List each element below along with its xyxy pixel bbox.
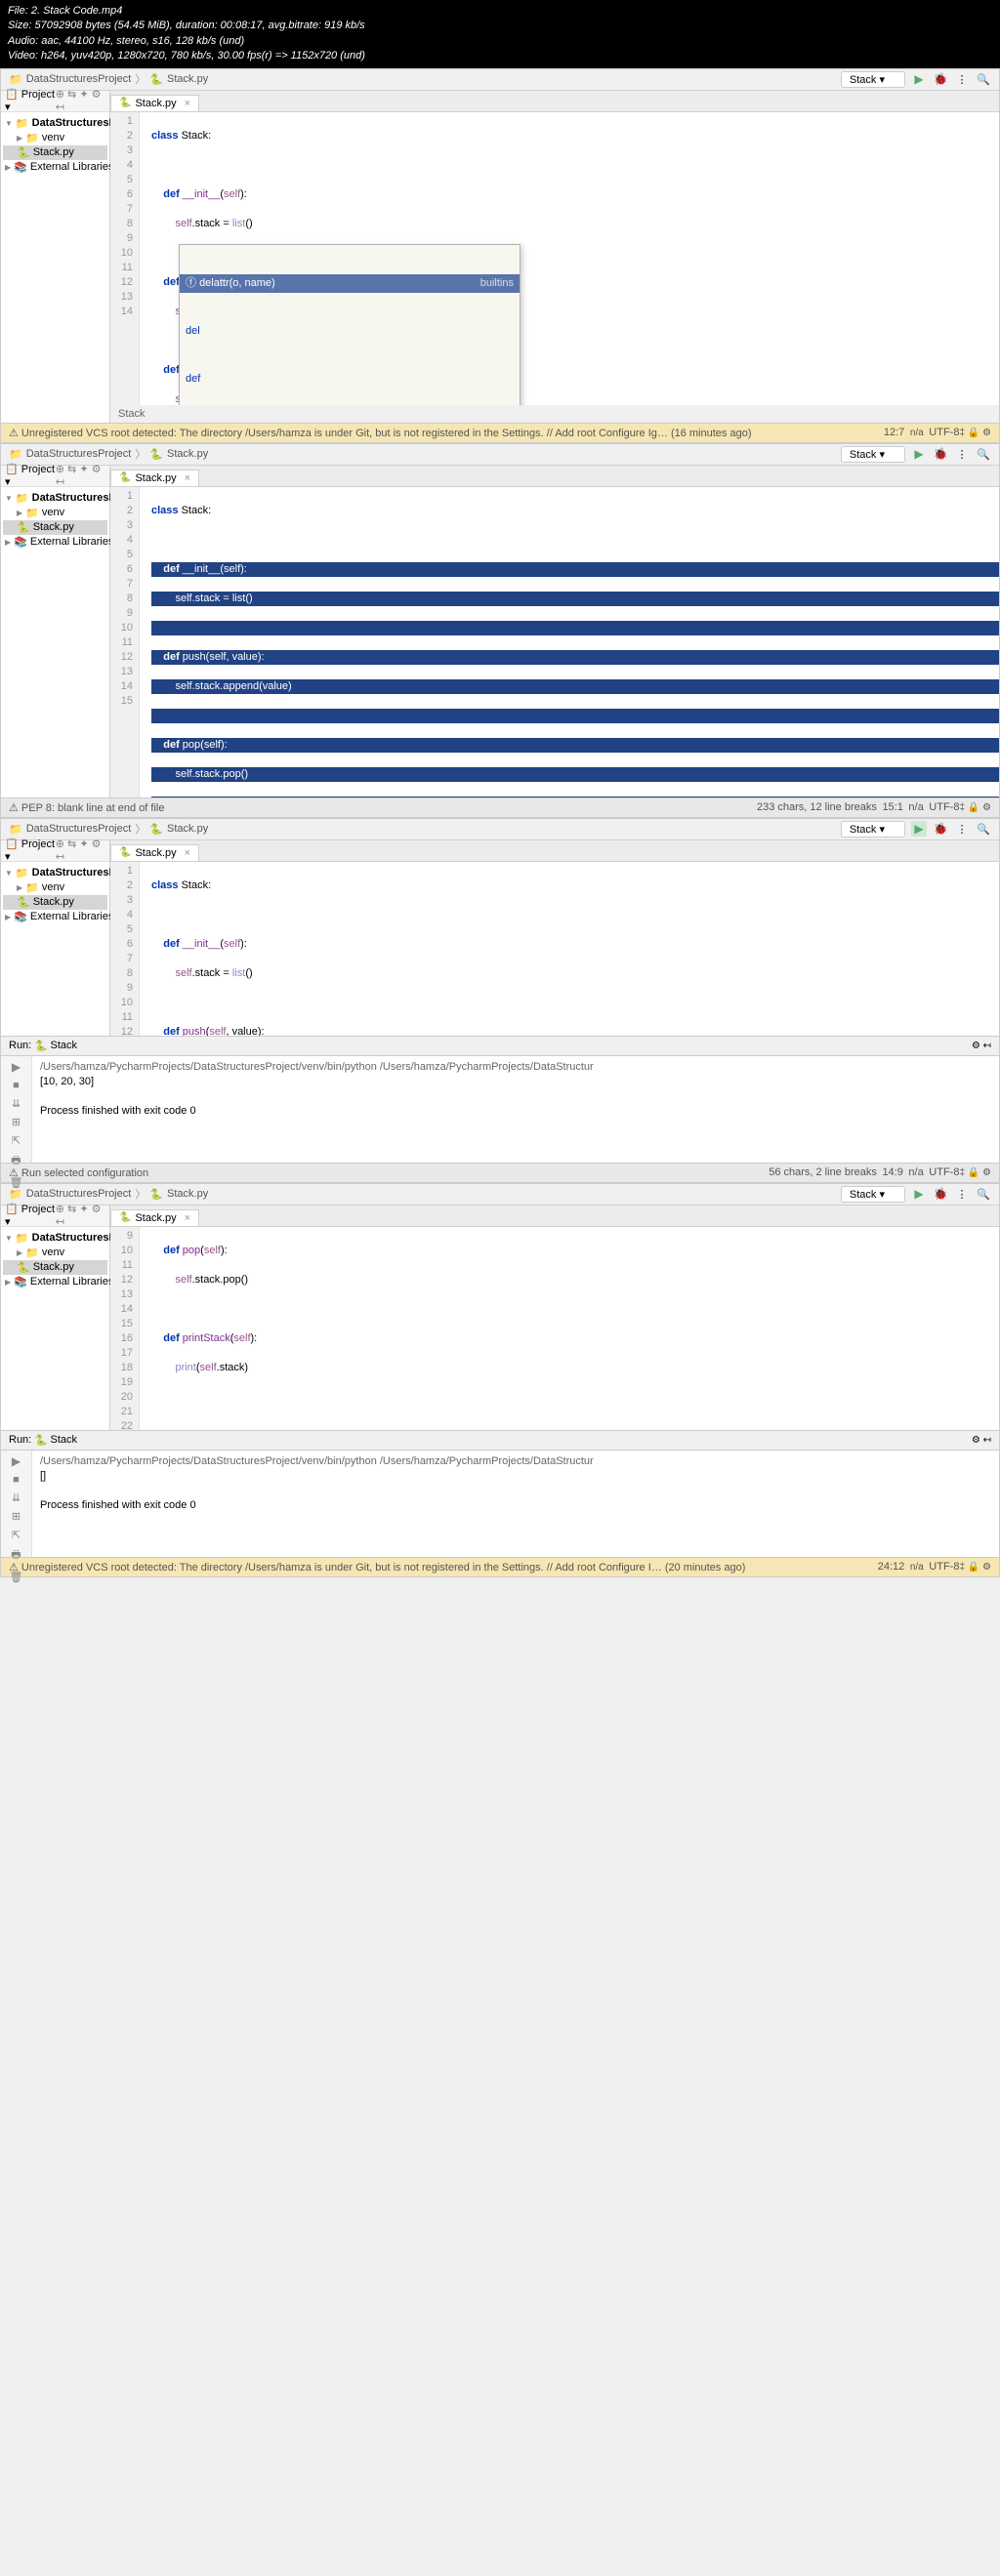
down-button[interactable]: ⇊ xyxy=(8,1097,25,1110)
editor-tab[interactable]: 🐍 Stack.py× xyxy=(110,95,199,111)
tree-venv[interactable]: ▶📁venv xyxy=(3,131,107,145)
ide-panel-2: 📁 DataStructuresProject 〉 🐍 Stack.py Sta… xyxy=(0,443,1000,818)
editor-tab[interactable]: 🐍 Stack.py× xyxy=(110,470,199,486)
run-config-selector[interactable]: Stack ▾ xyxy=(841,71,905,88)
run-output[interactable]: /Users/hamza/PycharmProjects/DataStructu… xyxy=(32,1056,999,1163)
breadcrumb-bar: 📁 DataStructuresProject 〉 🐍 Stack.py Sta… xyxy=(1,69,999,91)
project-pane: 📋 Project ▾⊕ ⇆ ✦ ⚙ ↤ ▼📁DataStructuresPro… xyxy=(1,1206,110,1430)
more-button[interactable]: ⋮ xyxy=(954,1186,970,1202)
export-button[interactable]: ⇱ xyxy=(8,1134,25,1147)
completion-item-delattr[interactable]: ⓕ delattr(o, name)builtins xyxy=(180,274,520,293)
run-panel: ▶ ■ ⇊ ⊞ ⇱ 🖶 🗑 /Users/hamza/PycharmProjec… xyxy=(1,1450,999,1557)
tree-stackpy[interactable]: 🐍Stack.py xyxy=(3,520,107,535)
more-button[interactable]: ⋮ xyxy=(954,821,970,837)
ide-panel-3: 📁 DataStructuresProject〉 🐍 Stack.py Stac… xyxy=(0,818,1000,1183)
gutter: 1234567891011121314 xyxy=(110,112,140,405)
project-pane: 📋 Project ▾⊕ ⇆ ✦ ⚙ ↤ ▼📁DataStructuresPro… xyxy=(1,840,110,1036)
breadcrumb-bar: 📁 DataStructuresProject〉 🐍 Stack.py Stac… xyxy=(1,819,999,840)
run-button[interactable]: ▶ xyxy=(911,71,927,87)
editor-tab[interactable]: 🐍 Stack.py× xyxy=(110,844,199,861)
debug-button[interactable]: 🐞 xyxy=(933,1186,948,1202)
code-editor[interactable]: class Stack: def __init__(self): self.st… xyxy=(140,487,999,797)
breadcrumb-project[interactable]: 📁 DataStructuresProject xyxy=(9,448,131,461)
run-tool-header: Run: 🐍 Stack⚙ ↤ xyxy=(1,1430,999,1450)
export-button[interactable]: ⇱ xyxy=(8,1529,25,1541)
stop-button[interactable]: ■ xyxy=(8,1474,25,1486)
tab-bar: 🐍 Stack.py× xyxy=(110,91,999,112)
tree-stackpy[interactable]: 🐍Stack.py xyxy=(3,145,107,160)
ide-panel-1: 📁 DataStructuresProject 〉 🐍 Stack.py Sta… xyxy=(0,68,1000,443)
gutter: 123456789101112131415 xyxy=(110,487,140,797)
tree-root[interactable]: ▼📁DataStructuresProject xyxy=(3,491,107,506)
more-button[interactable]: ⋮ xyxy=(954,446,970,462)
close-tab-icon[interactable]: × xyxy=(185,98,190,109)
search-button[interactable]: 🔍 xyxy=(976,1186,991,1202)
tree-stackpy[interactable]: 🐍Stack.py xyxy=(3,895,107,910)
status-bar: ⚠ Run selected configuration 56 chars, 2… xyxy=(1,1163,999,1182)
completion-popup[interactable]: ⓕ delattr(o, name)builtins del def Press… xyxy=(179,244,521,405)
run-button[interactable]: ▶ xyxy=(911,446,927,462)
debug-button[interactable]: 🐞 xyxy=(933,446,948,462)
completion-item-del[interactable]: del xyxy=(180,322,520,341)
tree-root[interactable]: ▼📁DataStructuresProject xyxy=(3,116,107,131)
run-tool-header: Run: 🐍 Stack⚙ ↤ xyxy=(1,1036,999,1055)
tree-extlib[interactable]: ▶📚External Libraries xyxy=(3,910,107,924)
tree-extlib[interactable]: ▶📚External Libraries xyxy=(3,535,107,550)
ide-panel-4: 📁 DataStructuresProject〉 🐍 Stack.py Stac… xyxy=(0,1183,1000,1577)
tree-venv[interactable]: ▶📁venv xyxy=(3,1246,107,1260)
tree-extlib[interactable]: ▶📚External Libraries xyxy=(3,160,107,175)
status-bar: ⚠ Unregistered VCS root detected: The di… xyxy=(1,423,999,442)
tree-venv[interactable]: ▶📁venv xyxy=(3,506,107,520)
code-editor[interactable]: class Stack: def __init__(self): self.st… xyxy=(140,112,999,405)
project-header[interactable]: 📋 Project ▾ ⊕ ⇆ ✦ ⚙ ↤ xyxy=(1,466,109,487)
search-button[interactable]: 🔍 xyxy=(976,446,991,462)
run-output[interactable]: /Users/hamza/PycharmProjects/DataStructu… xyxy=(32,1451,999,1557)
project-pane: 📋 Project ▾ ⊕ ⇆ ✦ ⚙ ↤ ▼📁DataStructuresPr… xyxy=(1,466,110,797)
completion-item-def[interactable]: def xyxy=(180,370,520,388)
run-sidebar: ▶ ■ ⇊ ⊞ ⇱ 🖶 🗑 xyxy=(1,1056,32,1163)
rerun-button[interactable]: ▶ xyxy=(8,1060,25,1074)
stop-button[interactable]: ■ xyxy=(8,1080,25,1091)
more-button[interactable]: ⋮ xyxy=(954,71,970,87)
breadcrumb-bottom: Stack xyxy=(110,405,999,423)
tree-extlib[interactable]: ▶📚External Libraries xyxy=(3,1275,107,1289)
code-editor[interactable]: def pop(self): self.stack.pop() def prin… xyxy=(140,1227,999,1430)
run-config-selector[interactable]: Stack ▾ xyxy=(841,446,905,463)
code-editor[interactable]: class Stack: def __init__(self): self.st… xyxy=(140,862,999,1036)
layout-button[interactable]: ⊞ xyxy=(8,1510,25,1523)
project-header[interactable]: 📋 Project ▾ ⊕ ⇆ ✦ ⚙ ↤ xyxy=(1,91,109,112)
breadcrumb-file[interactable]: 🐍 Stack.py xyxy=(149,73,208,86)
editor-tab[interactable]: 🐍 Stack.py× xyxy=(110,1209,199,1226)
run-config-selector[interactable]: Stack ▾ xyxy=(841,1186,905,1203)
down-button[interactable]: ⇊ xyxy=(8,1492,25,1504)
rerun-button[interactable]: ▶ xyxy=(8,1454,25,1468)
gutter: 123456789101112131415161718192021 xyxy=(110,862,140,1036)
run-config-selector[interactable]: Stack ▾ xyxy=(841,821,905,838)
search-button[interactable]: 🔍 xyxy=(976,821,991,837)
project-tree: ▼📁DataStructuresProject ▶📁venv 🐍Stack.py… xyxy=(1,112,109,179)
breadcrumb-project[interactable]: 📁 DataStructuresProject xyxy=(9,73,131,86)
video-metadata: File: 2. Stack Code.mp4 Size: 57092908 b… xyxy=(0,0,1000,68)
status-bar: ⚠ Unregistered VCS root detected: The di… xyxy=(1,1557,999,1576)
editor-pane: 🐍 Stack.py× 1234567891011121314 class St… xyxy=(110,91,999,423)
gutter: 9101112131415161718192021222324252627282… xyxy=(110,1227,140,1430)
debug-button[interactable]: 🐞 xyxy=(933,71,948,87)
breadcrumb-bar: 📁 DataStructuresProject 〉 🐍 Stack.py Sta… xyxy=(1,444,999,466)
tree-root[interactable]: ▼📁DataStructuresProject xyxy=(3,1231,107,1246)
project-pane: 📋 Project ▾ ⊕ ⇆ ✦ ⚙ ↤ ▼📁DataStructuresPr… xyxy=(1,91,110,423)
breadcrumb-file[interactable]: 🐍 Stack.py xyxy=(149,448,208,461)
status-bar: ⚠ PEP 8: blank line at end of file 233 c… xyxy=(1,797,999,817)
tree-venv[interactable]: ▶📁venv xyxy=(3,880,107,895)
run-button[interactable]: ▶ xyxy=(911,821,927,837)
run-panel: ▶ ■ ⇊ ⊞ ⇱ 🖶 🗑 /Users/hamza/PycharmProjec… xyxy=(1,1055,999,1163)
editor-pane: 🐍 Stack.py× 123456789101112131415 class … xyxy=(110,466,999,797)
search-button[interactable]: 🔍 xyxy=(976,71,991,87)
layout-button[interactable]: ⊞ xyxy=(8,1116,25,1128)
project-tree: ▼📁DataStructuresProject ▶📁venv 🐍Stack.py… xyxy=(1,487,109,553)
tree-root[interactable]: ▼📁DataStructuresProject xyxy=(3,866,107,880)
tree-stackpy[interactable]: 🐍Stack.py xyxy=(3,1260,107,1275)
breadcrumb-bar: 📁 DataStructuresProject〉 🐍 Stack.py Stac… xyxy=(1,1184,999,1206)
run-button[interactable]: ▶ xyxy=(911,1186,927,1202)
debug-button[interactable]: 🐞 xyxy=(933,821,948,837)
